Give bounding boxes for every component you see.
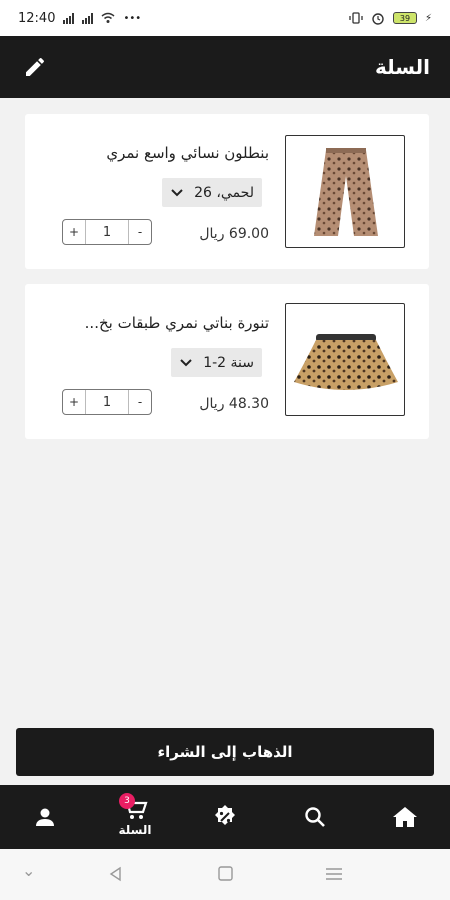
qty-minus-button[interactable]: - xyxy=(129,390,151,414)
cart-item[interactable]: تنورة بناتي نمري طبقات بخ... 1-2 سنة 48.… xyxy=(25,284,429,439)
back-icon[interactable] xyxy=(108,866,124,882)
home-square-icon[interactable] xyxy=(218,866,233,881)
qty-value: 1 xyxy=(85,390,129,414)
wifi-icon xyxy=(101,12,115,23)
nav-profile[interactable] xyxy=(15,785,75,849)
status-time: 12:40 xyxy=(18,10,56,26)
nav-cart[interactable]: السلة 3 xyxy=(105,785,165,849)
checkout-button[interactable]: الذهاب إلى الشراء xyxy=(16,728,434,776)
skirt-image xyxy=(294,334,398,390)
chevron-down-icon xyxy=(180,358,192,366)
bottom-nav: السلة 3 xyxy=(0,785,450,849)
menu-icon[interactable] xyxy=(325,867,343,881)
nav-home[interactable] xyxy=(375,785,435,849)
product-name[interactable]: تنورة بناتي نمري طبقات بخ... xyxy=(39,314,269,332)
variant-selector[interactable]: 1-2 سنة xyxy=(171,348,262,377)
alarm-icon xyxy=(372,13,384,25)
product-image[interactable] xyxy=(285,303,405,416)
product-name[interactable]: بنطلون نسائي واسع نمري xyxy=(39,144,269,162)
search-icon xyxy=(305,807,325,827)
qty-plus-button[interactable]: + xyxy=(63,220,85,244)
quantity-stepper[interactable]: + 1 - xyxy=(62,389,152,415)
nav-offers[interactable] xyxy=(195,785,255,849)
status-bar: 12:40 ••• 39 ⚡ xyxy=(0,0,450,36)
variant-selector[interactable]: لحمي، 26 xyxy=(162,178,262,207)
home-icon xyxy=(393,807,417,827)
pants-image xyxy=(314,148,378,236)
chevron-down-icon[interactable]: ⌄ xyxy=(22,861,35,880)
variant-value: لحمي، 26 xyxy=(194,184,254,201)
discount-icon xyxy=(215,805,235,825)
battery-icon: 39 xyxy=(392,12,417,24)
product-image[interactable] xyxy=(285,135,405,248)
quantity-stepper[interactable]: + 1 - xyxy=(62,219,152,245)
chevron-down-icon xyxy=(171,188,183,196)
variant-value: 1-2 سنة xyxy=(203,354,254,371)
cart-count-badge: 3 xyxy=(119,793,135,809)
system-nav-bar: ⌄ xyxy=(0,849,450,900)
user-icon xyxy=(36,808,54,826)
signal-icon-2 xyxy=(82,12,94,24)
qty-value: 1 xyxy=(85,220,129,244)
edit-button[interactable] xyxy=(20,52,50,82)
more-dots-icon: ••• xyxy=(123,12,142,24)
nav-search[interactable] xyxy=(285,785,345,849)
product-price: 69.00 ريال xyxy=(199,226,269,242)
cart-item[interactable]: بنطلون نسائي واسع نمري لحمي، 26 69.00 ري… xyxy=(25,114,429,269)
charging-icon: ⚡ xyxy=(424,12,432,24)
app-bar: السلة xyxy=(0,36,450,98)
product-price: 48.30 ريال xyxy=(199,396,269,412)
pencil-icon xyxy=(26,57,45,76)
nav-cart-label: السلة xyxy=(118,823,152,837)
page-title: السلة xyxy=(374,55,430,79)
qty-minus-button[interactable]: - xyxy=(129,220,151,244)
signal-icon xyxy=(63,12,75,24)
qty-plus-button[interactable]: + xyxy=(63,390,85,414)
vibrate-icon xyxy=(349,12,363,24)
